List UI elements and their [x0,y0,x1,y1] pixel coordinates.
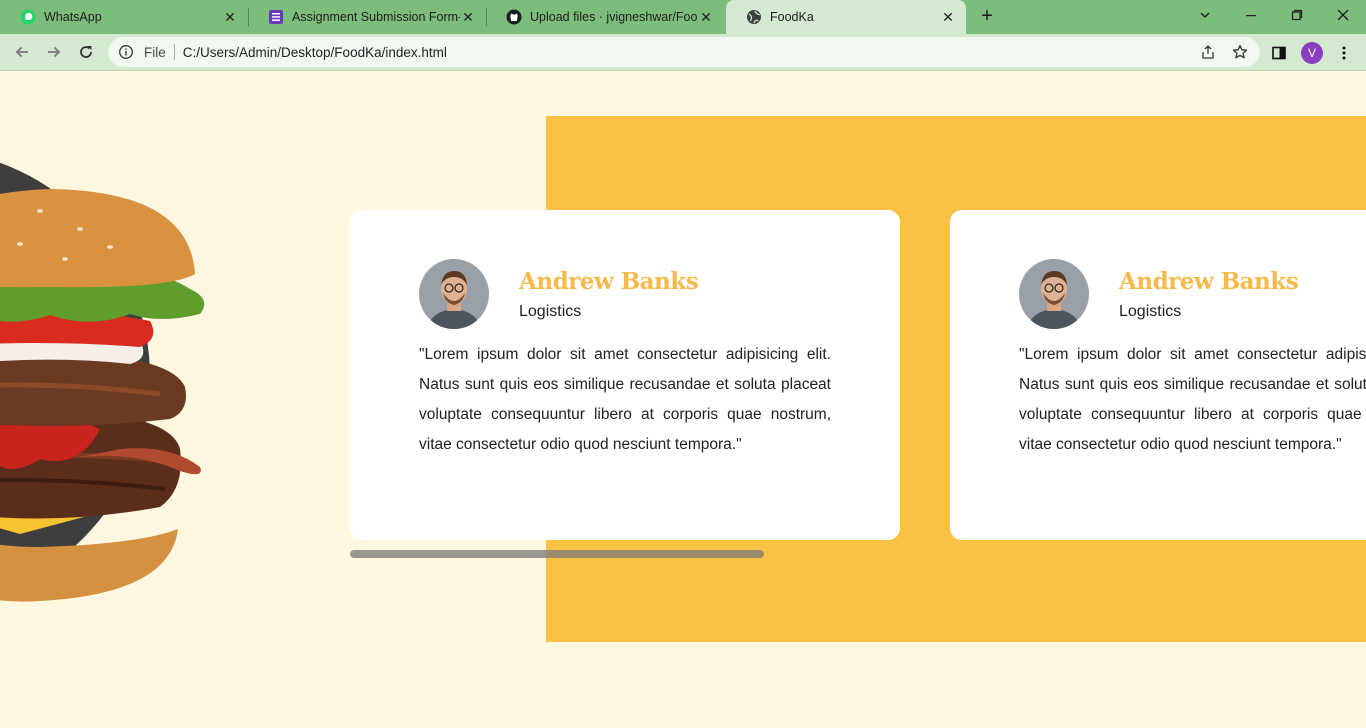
close-icon[interactable]: ✕ [222,9,238,25]
github-icon [506,9,522,25]
bookmark-star-icon[interactable] [1232,44,1248,60]
tab-title: FoodKa [770,10,814,24]
close-icon[interactable]: ✕ [460,9,476,25]
close-icon[interactable]: ✕ [940,9,956,25]
tab-title: Upload files · jvigneshwar/FoodK [530,10,698,24]
testimonial-card: Andrew Banks Logistics "Lorem ipsum dolo… [350,210,900,540]
tab-github-upload[interactable]: Upload files · jvigneshwar/FoodK ✕ [486,0,724,34]
testimonial-quote: "Lorem ipsum dolor sit amet consectetur … [1019,346,1366,453]
profile-avatar[interactable]: V [1300,41,1324,65]
scheme-label: File [144,44,166,60]
url-text[interactable]: C:/Users/Admin/Desktop/FoodKa/index.html [183,45,447,60]
avatar [419,259,489,329]
browser-toolbar: File C:/Users/Admin/Desktop/FoodKa/index… [0,34,1366,71]
info-icon[interactable] [118,44,134,60]
menu-kebab-icon[interactable] [1332,41,1356,65]
whatsapp-icon [20,9,36,25]
new-tab-button[interactable]: + [976,5,998,27]
globe-icon [746,9,762,25]
testimonial-quote: "Lorem ipsum dolor sit amet consectetur … [419,346,831,453]
address-bar[interactable]: File C:/Users/Admin/Desktop/FoodKa/index… [108,37,1260,67]
tab-whatsapp[interactable]: WhatsApp ✕ [0,0,248,34]
testimonial-card: Andrew Banks Logistics "Lorem ipsum dolo… [950,210,1366,540]
share-icon[interactable] [1200,44,1216,60]
profile-initial: V [1301,42,1323,64]
back-button[interactable] [10,40,34,64]
forward-button[interactable] [42,40,66,64]
minimize-button[interactable] [1228,0,1274,30]
divider [173,44,175,60]
reviewer-name: Andrew Banks [519,268,699,295]
side-panel-icon[interactable] [1267,41,1291,65]
tab-foodka[interactable]: FoodKa ✕ [726,0,966,34]
forms-icon [268,9,284,25]
tab-assignment-form[interactable]: Assignment Submission Form-W ✕ [248,0,486,34]
reviewer-name: Andrew Banks [1119,268,1299,295]
tab-strip: WhatsApp ✕ Assignment Submission Form-W … [0,0,1366,34]
close-icon[interactable]: ✕ [698,9,714,25]
page-viewport: Andrew Banks Logistics "Lorem ipsum dolo… [0,71,1366,728]
tab-title: WhatsApp [44,10,102,24]
burger-image [0,149,220,605]
reload-button[interactable] [74,40,98,64]
tab-search-icon[interactable] [1182,0,1228,30]
close-window-button[interactable] [1320,0,1366,30]
reviewer-role: Logistics [519,303,582,320]
reviewer-role: Logistics [1119,303,1182,320]
carousel-scrollbar[interactable] [350,550,764,558]
restore-button[interactable] [1274,0,1320,30]
tab-title: Assignment Submission Form-W [292,10,460,24]
avatar [1019,259,1089,329]
